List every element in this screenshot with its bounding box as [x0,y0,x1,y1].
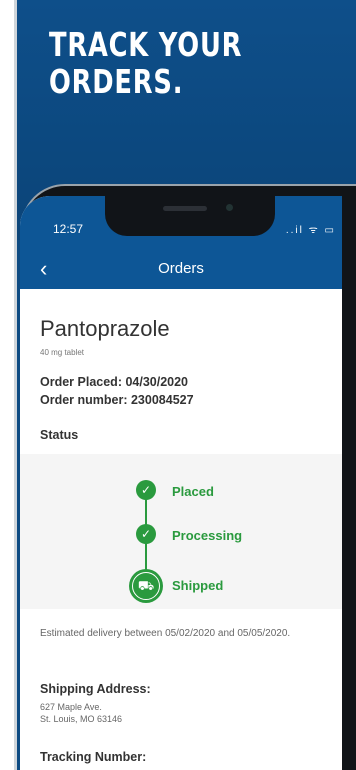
promo-headline-line2: ORDERS. [49,62,184,101]
address-line2: St. Louis, MO 63146 [40,714,123,724]
status-timeline: ✓ Placed ✓ Processing ⛟ Shipped [20,454,342,609]
shipping-address-heading: Shipping Address: [40,682,151,696]
tracking-number-heading: Tracking Number: [40,750,147,764]
phone-screen: 12:57 ..il ᯤ ▭ ‹ Orders Pantoprazole 40 … [20,196,342,770]
drug-name: Pantoprazole [40,316,170,341]
status-icons: ..il ᯤ ▭ [285,225,336,236]
order-number: Order number: 230084527 [40,393,194,407]
check-icon: ✓ [136,480,156,500]
truck-glyph: ⛟ [132,572,160,600]
app-bar: 12:57 ..il ᯤ ▭ ‹ Orders [20,196,342,289]
status-step-placed: Placed [172,484,214,499]
phone-notch [105,196,275,236]
drug-dose: 40 mg tablet [40,348,85,357]
status-step-processing: Processing [172,528,243,543]
promo-headline-line1: TRACK YOUR [49,25,243,64]
estimated-delivery: Estimated delivery between 05/02/2020 an… [40,628,291,639]
truck-icon: ⛟ [129,569,163,603]
status-time: 12:57 [53,222,84,236]
status-heading: Status [40,428,79,442]
address-line1: 627 Maple Ave. [40,702,102,712]
order-placed-date: Order Placed: 04/30/2020 [40,375,189,389]
speaker-grille [163,206,207,211]
promo-headline: TRACK YOUR ORDERS. [49,26,242,100]
front-camera [226,204,233,211]
status-step-shipped: Shipped [172,578,224,593]
check-icon: ✓ [136,524,156,544]
page-title: Orders [158,260,204,277]
